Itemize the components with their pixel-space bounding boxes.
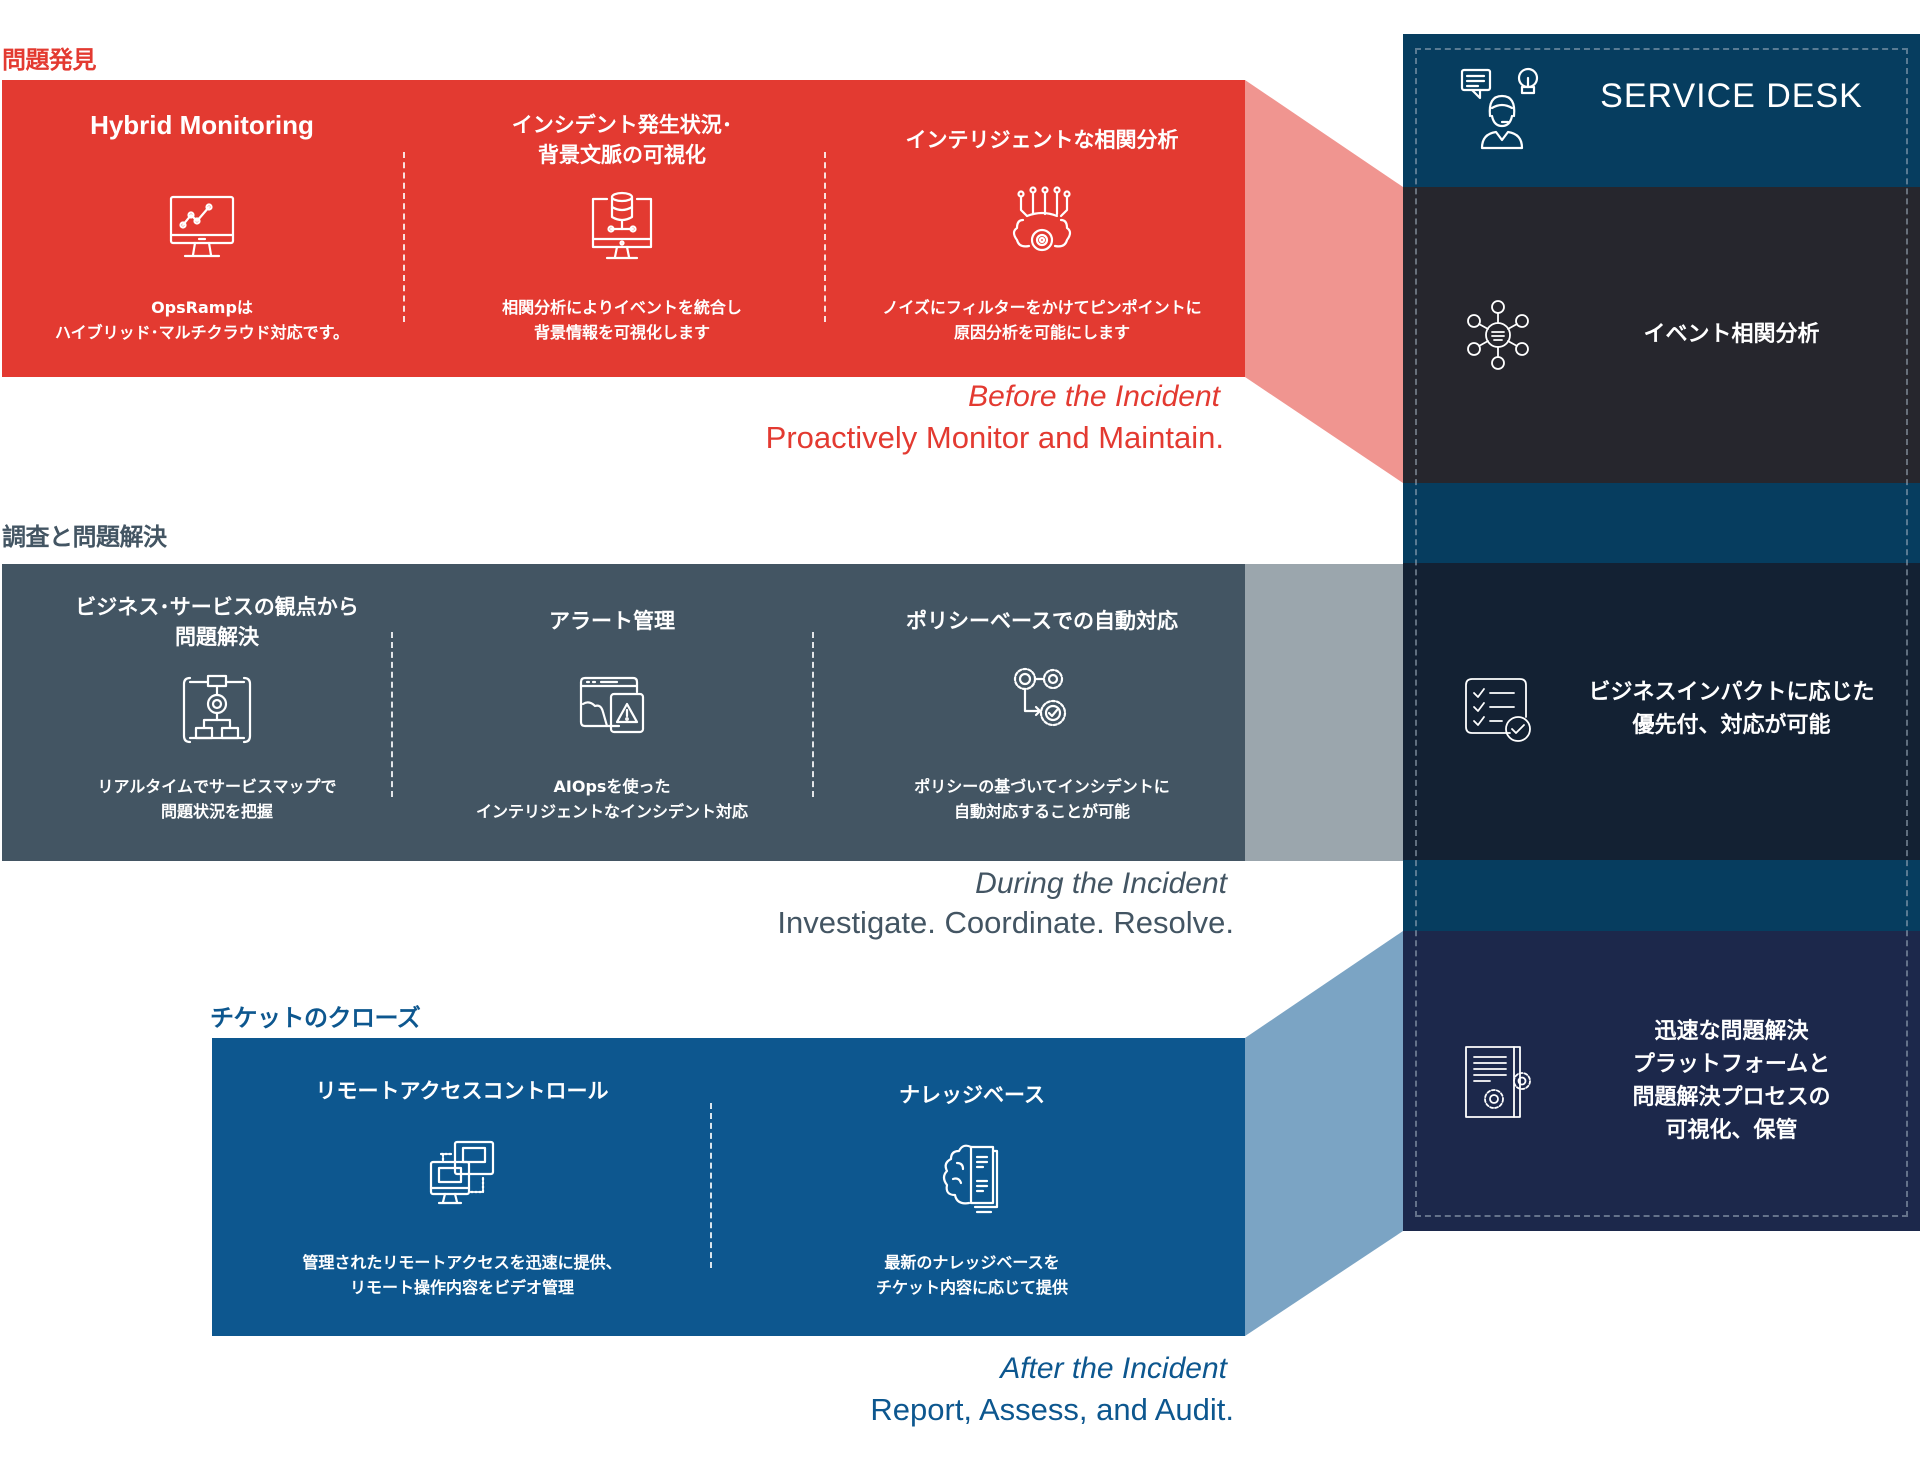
column-description: ポリシーの基づいてインシデントに 自動対応することが可能: [914, 777, 1170, 821]
column-remote-access: リモートアクセスコントロール 管理されたリモートアクセスを迅速に提供、 リモート…: [212, 1038, 712, 1336]
column-title: ナレッジベース: [899, 1083, 1045, 1107]
section-label-ticket-close: チケットのクローズ: [210, 1004, 421, 1032]
column-divider: [824, 152, 826, 322]
column-policy-automation: ポリシーベースでの自動対応 ポリシーの基づいてインシデントに 自動対応することが…: [832, 564, 1252, 861]
column-divider: [391, 632, 393, 797]
column-knowledge-base: ナレッジベース 最新のナレッジベースを チケット内容に応じて提供: [722, 1038, 1222, 1336]
investigation-panel: ビジネス･サービスの観点から 問題解決 リアルタイムでサービスマップで 問題状況…: [2, 564, 1245, 861]
column-description: 最新のナレッジベースを チケット内容に応じて提供: [875, 1253, 1068, 1297]
tagline-before-italic: Before the Incident: [968, 380, 1220, 413]
tagline-during-bold: Investigate. Coordinate. Resolve.: [777, 905, 1234, 940]
alert-window-icon: [567, 664, 657, 754]
column-description: リアルタイムでサービスマップで 問題状況を把握: [97, 777, 337, 821]
column-intelligent-correlation: インテリジェントな相関分析 ノイズにフィルターをかけてピンポイントに 原因分析を…: [832, 80, 1252, 377]
tagline-during-italic: During the Incident: [975, 867, 1227, 900]
column-incident-visualization: インシデント発生状況･ 背景文脈の可視化 相関分析によりイベントを統合し 背景情…: [412, 80, 832, 377]
event-network-icon: [1458, 295, 1538, 375]
column-title: インテリジェントな相関分析: [905, 128, 1179, 152]
column-title: リモートアクセスコントロール: [315, 1079, 609, 1103]
column-description: 管理されたリモートアクセスを迅速に提供、 リモート操作内容をビデオ管理: [302, 1253, 622, 1297]
service-desk-row-resolution-platform: 迅速な問題解決 プラットフォームと 問題解決プロセスの 可視化、保管: [1403, 931, 1920, 1231]
column-divider: [710, 1103, 712, 1268]
connector-after: [1245, 931, 1403, 1336]
column-title: ポリシーベースでの自動対応: [906, 609, 1178, 633]
service-desk-row-text: ビジネスインパクトに応じた 優先付、対応が可能: [1588, 680, 1875, 738]
service-desk-row-event-correlation: イベント相関分析: [1403, 187, 1920, 483]
service-desk-title: SERVICE DESK: [1600, 77, 1863, 115]
column-divider: [812, 632, 814, 797]
tagline-after-bold: Report, Assess, and Audit.: [870, 1392, 1234, 1427]
column-description: 相関分析によりイベントを統合し 背景情報を可視化します: [502, 298, 742, 342]
service-desk-row-text: イベント相関分析: [1643, 322, 1820, 347]
support-agent-icon: [1458, 64, 1548, 154]
section-label-investigation: 調査と問題解決: [2, 523, 167, 551]
service-map-icon: [172, 664, 262, 754]
tagline-before-bold: Proactively Monitor and Maintain.: [765, 420, 1224, 455]
service-desk-row-text: 迅速な問題解決 プラットフォームと 問題解決プロセスの 可視化、保管: [1632, 1019, 1831, 1143]
connector-during: [1245, 564, 1403, 861]
monitor-chart-icon: [157, 185, 247, 275]
service-desk-row-prioritization: ビジネスインパクトに応じた 優先付、対応が可能: [1403, 563, 1920, 860]
document-gears-icon: [1458, 1041, 1538, 1121]
discovery-panel: Hybrid Monitoring OpsRampは ハイブリッド･マルチクラウ…: [2, 80, 1245, 377]
column-description: AIOpsを使った インテリジェントなインシデント対応: [475, 777, 748, 821]
brain-book-icon: [927, 1133, 1017, 1223]
service-desk-header: SERVICE DESK: [1403, 34, 1920, 187]
column-title: アラート管理: [549, 609, 675, 633]
column-service-view: ビジネス･サービスの観点から 問題解決 リアルタイムでサービスマップで 問題状況…: [2, 564, 432, 861]
checklist-icon: [1458, 671, 1538, 751]
section-label-discovery: 問題発見: [2, 46, 97, 74]
remote-monitors-icon: [417, 1128, 507, 1218]
column-alert-management: アラート管理 AIOpsを使った インテリジェントなインシデント対応: [402, 564, 822, 861]
column-title: インシデント発生状況･ 背景文脈の可視化: [511, 113, 733, 167]
service-desk-panel: SERVICE DESK イベント相関分析 ビジネスインパクトに応じた 優先付、…: [1403, 34, 1920, 1231]
brain-gear-circuit-icon: [997, 180, 1087, 270]
gears-automation-icon: [997, 659, 1087, 749]
column-description: OpsRampは ハイブリッド･マルチクラウド対応です。: [54, 298, 350, 342]
column-title: Hybrid Monitoring: [90, 110, 314, 140]
column-description: ノイズにフィルターをかけてピンポイントに 原因分析を可能にします: [882, 298, 1202, 342]
tagline-after-italic: After the Incident: [1000, 1352, 1227, 1385]
column-hybrid-monitoring: Hybrid Monitoring OpsRampは ハイブリッド･マルチクラウ…: [2, 80, 402, 377]
connector-before: [1245, 80, 1403, 483]
column-divider: [403, 152, 405, 322]
monitor-database-icon: [577, 185, 667, 275]
column-title: ビジネス･サービスの観点から 問題解決: [75, 595, 359, 649]
ticket-close-panel: リモートアクセスコントロール 管理されたリモートアクセスを迅速に提供、 リモート…: [212, 1038, 1245, 1336]
